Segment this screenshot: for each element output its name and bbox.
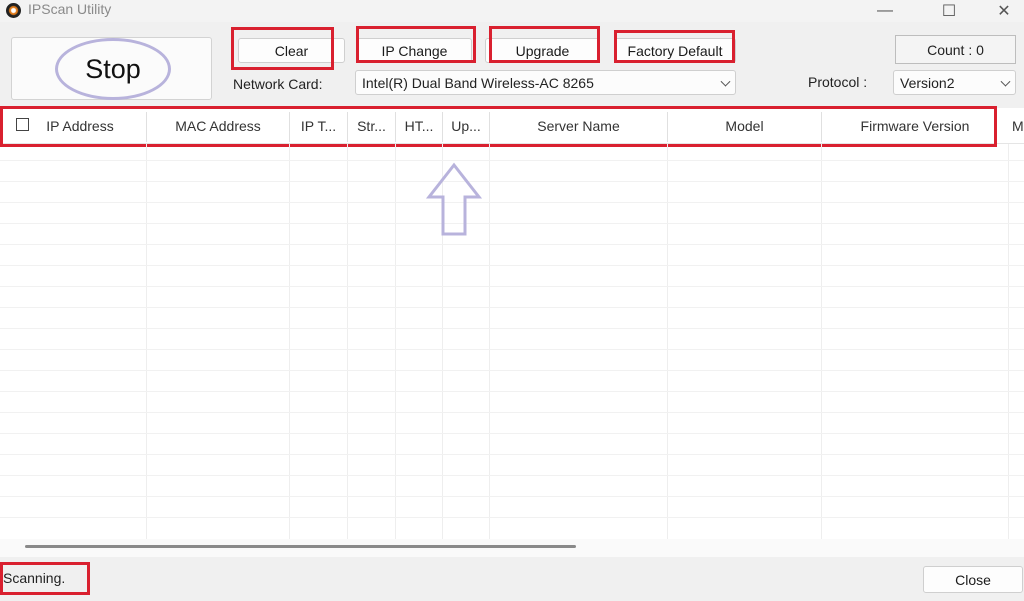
grid-line — [489, 144, 490, 539]
chevron-down-icon — [720, 76, 731, 87]
grid-line — [0, 160, 1024, 161]
horizontal-scrollbar[interactable] — [0, 539, 1024, 557]
status-text: Scanning. — [3, 570, 66, 586]
maximize-icon[interactable]: ☐ — [926, 0, 972, 22]
grid-line — [0, 391, 1024, 392]
minimize-icon[interactable]: — — [862, 0, 908, 22]
protocol-label: Protocol : — [808, 74, 868, 90]
grid-line — [0, 223, 1024, 224]
close-button[interactable]: Close — [923, 566, 1023, 593]
column-server-name[interactable]: Server Name — [490, 108, 667, 144]
grid-line — [0, 412, 1024, 413]
column-mac-address[interactable]: MAC Address — [147, 108, 289, 144]
window-title: IPScan Utility — [28, 1, 112, 17]
column-model[interactable]: Model — [668, 108, 821, 144]
upgrade-button[interactable]: Upgrade — [485, 38, 600, 63]
grid-line — [395, 144, 396, 539]
grid-line — [1008, 144, 1009, 539]
grid-line — [0, 265, 1024, 266]
select-all-checkbox[interactable] — [16, 118, 29, 131]
column-ip-address[interactable]: IP Address — [40, 108, 120, 144]
column-str[interactable]: Str... — [348, 108, 395, 144]
scrollbar-thumb[interactable] — [25, 545, 576, 548]
column-firmware-version[interactable]: Firmware Version — [822, 108, 1008, 144]
grid-line — [821, 144, 822, 539]
clear-button[interactable]: Clear — [238, 38, 345, 63]
grid-line — [347, 144, 348, 539]
stop-button-label: Stop — [85, 53, 141, 84]
grid-line — [0, 286, 1024, 287]
grid-line — [0, 349, 1024, 350]
grid-line — [0, 454, 1024, 455]
device-table[interactable] — [0, 108, 1024, 557]
count-display: Count : 0 — [895, 35, 1016, 64]
grid-line — [0, 202, 1024, 203]
close-window-icon[interactable]: ✕ — [981, 0, 1024, 22]
up-arrow-annotation-icon — [425, 162, 483, 236]
network-card-select[interactable]: Intel(R) Dual Band Wireless-AC 8265 — [355, 70, 736, 95]
grid-line — [0, 244, 1024, 245]
column-http[interactable]: HT... — [396, 108, 442, 144]
factory-default-button[interactable]: Factory Default — [614, 38, 736, 63]
grid-line — [289, 144, 290, 539]
ip-change-button[interactable]: IP Change — [357, 38, 472, 63]
app-logo-icon — [6, 3, 21, 18]
grid-line — [0, 328, 1024, 329]
grid-line — [0, 181, 1024, 182]
network-card-label: Network Card: — [233, 76, 323, 92]
column-ip-type[interactable]: IP T... — [290, 108, 347, 144]
protocol-select[interactable]: Version2 — [893, 70, 1016, 95]
grid-line — [0, 496, 1024, 497]
network-card-value: Intel(R) Dual Band Wireless-AC 8265 — [362, 74, 594, 91]
chevron-down-icon — [1000, 76, 1011, 87]
grid-line — [146, 144, 147, 539]
protocol-value: Version2 — [900, 74, 955, 91]
grid-line — [667, 144, 668, 539]
grid-line — [0, 517, 1024, 518]
grid-line — [0, 307, 1024, 308]
grid-line — [0, 370, 1024, 371]
grid-line — [0, 475, 1024, 476]
column-up[interactable]: Up... — [443, 108, 489, 144]
column-m-truncated[interactable]: M — [1012, 108, 1024, 144]
grid-line — [0, 433, 1024, 434]
